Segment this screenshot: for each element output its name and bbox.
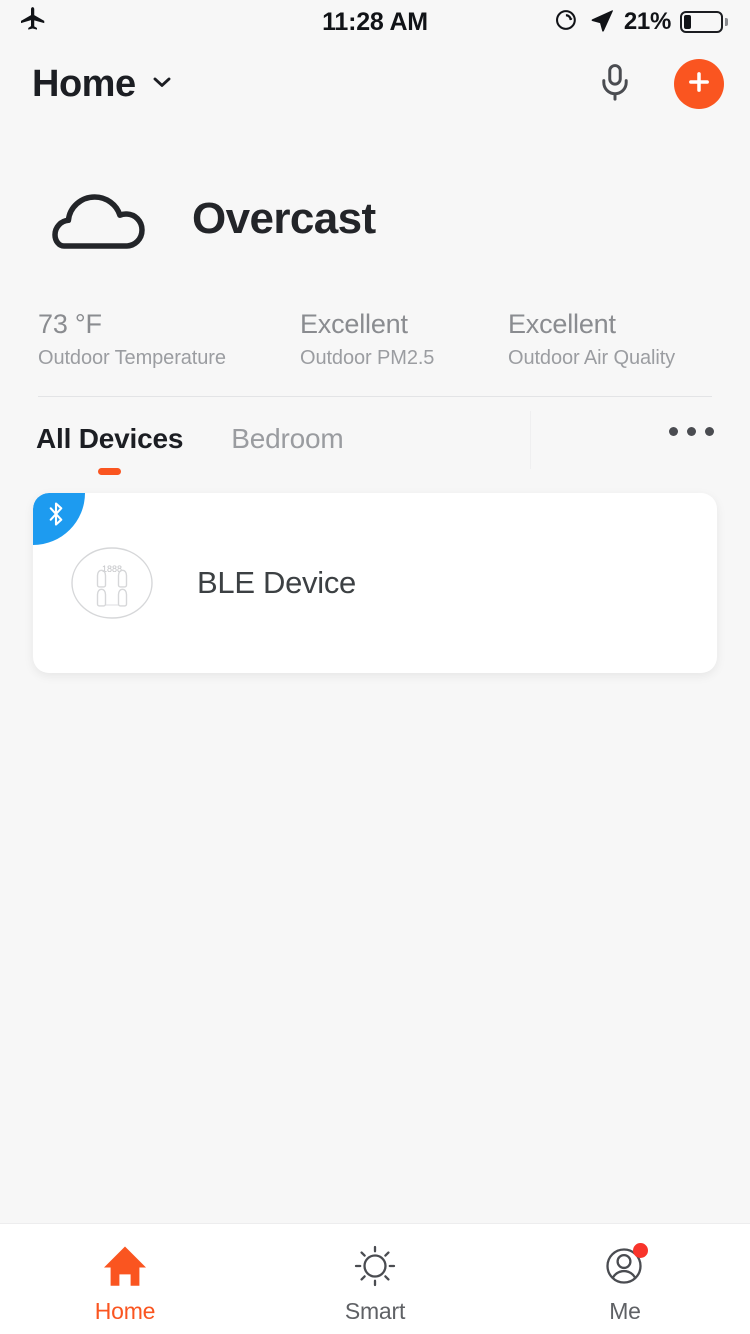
home-icon <box>100 1241 150 1291</box>
tab-bedroom[interactable]: Bedroom <box>231 423 343 475</box>
app-header: Home <box>0 44 750 124</box>
stat-label: Outdoor PM2.5 <box>300 347 435 370</box>
header-actions <box>594 59 724 109</box>
battery-nub <box>725 18 728 26</box>
notification-badge <box>633 1243 648 1258</box>
tab-label: Bedroom <box>231 423 344 455</box>
bluetooth-badge <box>33 493 85 546</box>
weather-condition: Overcast <box>192 193 376 243</box>
stat-value: Excellent <box>300 309 408 339</box>
nav-item-home[interactable]: Home <box>0 1224 250 1334</box>
nav-label: Smart <box>344 1298 406 1324</box>
tab-active-indicator <box>98 468 122 476</box>
battery-fill <box>684 15 692 29</box>
chevron-down-icon <box>149 69 175 100</box>
status-bar-left <box>18 5 218 40</box>
ellipsis-dot-icon <box>705 427 714 437</box>
status-bar: 11:28 AM 21% <box>0 0 750 44</box>
app-screen: 11:28 AM 21% Home Overcast 73 °F Outdoor… <box>0 0 750 1334</box>
battery-icon <box>680 11 728 33</box>
stat-label: Outdoor Temperature <box>38 347 226 370</box>
weather-stat: Excellent Outdoor PM2.5 <box>300 309 508 370</box>
tab-all-devices[interactable]: All Devices <box>36 423 184 476</box>
weather-summary: Overcast <box>38 180 712 257</box>
stat-label: Outdoor Air Quality <box>508 347 676 370</box>
microphone-icon[interactable] <box>594 61 636 108</box>
tabs-separator <box>530 411 531 470</box>
location-arrow-icon <box>589 7 615 38</box>
add-device-button[interactable] <box>674 59 724 109</box>
tab-active-indicator <box>276 468 299 475</box>
weather-panel[interactable]: Overcast 73 °F Outdoor Temperature Excel… <box>0 124 750 396</box>
battery-percent-label: 21% <box>623 8 671 35</box>
cloud-icon <box>38 180 156 257</box>
battery-shell <box>680 11 723 33</box>
room-tabs-bar: All Devices Bedroom <box>0 397 750 476</box>
home-selector-button[interactable]: Home <box>32 63 175 106</box>
weather-stat: 73 °F Outdoor Temperature <box>38 309 300 370</box>
device-list: 1888 BLE Device <box>0 471 750 1223</box>
more-options-button[interactable] <box>669 427 714 437</box>
body-scale-icon: 1888 <box>70 541 154 625</box>
device-name: BLE Device <box>197 565 356 601</box>
person-avatar-icon <box>600 1241 650 1291</box>
nav-label: Me <box>609 1298 641 1324</box>
status-bar-right: 21% <box>554 7 728 38</box>
room-tabs: All Devices Bedroom <box>0 423 344 476</box>
ellipsis-dot-icon <box>687 427 696 437</box>
nav-item-smart[interactable]: Smart <box>250 1224 500 1334</box>
stat-value: 73 °F <box>38 309 102 339</box>
page-title: Home <box>32 62 136 105</box>
weather-stats: 73 °F Outdoor Temperature Excellent Outd… <box>38 309 712 396</box>
plus-icon <box>685 68 713 101</box>
nav-label: Home <box>94 1298 156 1324</box>
stat-value: Excellent <box>508 309 616 339</box>
bluetooth-icon <box>44 500 68 533</box>
ellipsis-dot-icon <box>669 427 678 437</box>
device-card[interactable]: 1888 BLE Device <box>33 493 717 674</box>
tab-label: All Devices <box>36 423 184 455</box>
nav-item-me[interactable]: Me <box>500 1224 750 1334</box>
sun-brightness-icon <box>350 1241 400 1291</box>
airplane-mode-icon <box>18 5 48 40</box>
bottom-navigation: Home Smart Me <box>0 1223 750 1334</box>
rotation-lock-icon <box>554 7 580 38</box>
weather-stat: Excellent Outdoor Air Quality <box>508 309 675 370</box>
